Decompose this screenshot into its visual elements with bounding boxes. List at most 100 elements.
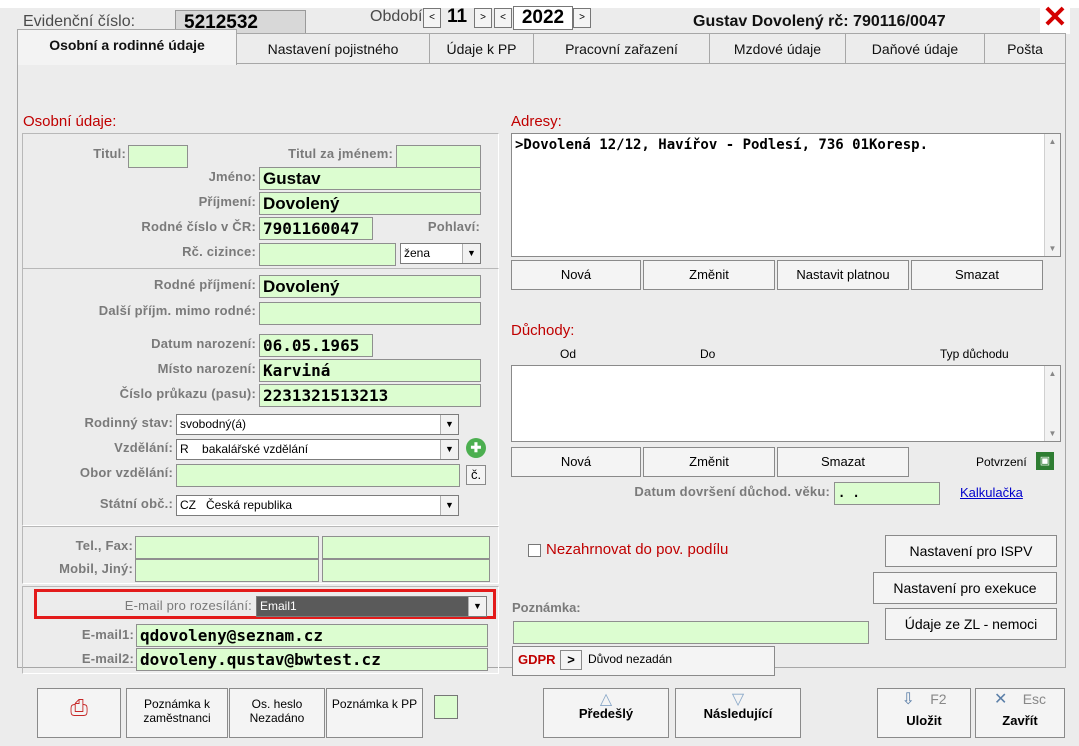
education-edit-icon[interactable]: ✚ — [466, 438, 486, 458]
tab-pojistne[interactable]: Nastavení pojistného — [236, 33, 430, 64]
address-list[interactable]: >Dovolená 12/12, Havířov - Podlesí, 736 … — [511, 133, 1061, 257]
potvrzeni-icon[interactable]: ▣ — [1036, 452, 1054, 470]
email1-field[interactable]: qdovoleny@seznam.cz — [136, 624, 488, 647]
chevron-down-icon[interactable]: ▼ — [440, 415, 458, 434]
mobil-field[interactable] — [135, 559, 319, 582]
close-button[interactable]: ✕ Esc Zavřít — [975, 688, 1065, 738]
nezahrnovat-checkbox[interactable] — [528, 544, 541, 557]
fax-field[interactable] — [322, 536, 490, 559]
month-value[interactable]: 11 — [442, 6, 472, 28]
tab-danove[interactable]: Daňové údaje — [845, 33, 985, 64]
password-status: Nezadáno — [249, 711, 305, 725]
prijmeni-field[interactable]: Dovolený — [259, 192, 481, 215]
ispv-button[interactable]: Nastavení pro ISPV — [885, 535, 1057, 567]
address-set-valid-button[interactable]: Nastavit platnou — [777, 260, 909, 290]
pohlavi-label: Pohlaví: — [427, 219, 480, 234]
email2-value: dovoleny.qustav@bwtest.cz — [140, 650, 381, 669]
obor-code-button[interactable]: č. — [466, 465, 486, 485]
address-scrollbar[interactable]: ▲ ▼ — [1044, 134, 1060, 256]
pension-new-button[interactable]: Nová — [511, 447, 641, 477]
prukaz-field[interactable]: 2231321513213 — [259, 384, 481, 407]
pension-section-title: Důchody: — [511, 322, 575, 339]
jiny-field[interactable] — [322, 559, 490, 582]
close-label: Zavřít — [1002, 713, 1038, 728]
zl-nemoci-button[interactable]: Údaje ze ZL - nemoci — [885, 608, 1057, 640]
rc-field[interactable]: 7901160047 — [259, 217, 373, 240]
rodne-prijmeni-field[interactable]: Dovolený — [259, 275, 481, 298]
obor-field[interactable] — [176, 464, 460, 487]
save-key: F2 — [930, 691, 947, 707]
rod-stav-select[interactable]: svobodný(á) ▼ — [176, 414, 459, 435]
obcanstvi-value: Česká republika — [206, 498, 293, 512]
pension-scrollbar[interactable]: ▲ ▼ — [1044, 366, 1060, 441]
pension-date-value: . . — [838, 486, 860, 500]
pohlavi-value: žena — [404, 246, 431, 260]
email-roz-select[interactable]: Email1 ▼ — [256, 596, 487, 617]
pension-delete-button[interactable]: Smazat — [777, 447, 909, 477]
save-button[interactable]: ⇩ F2 Uložit — [877, 688, 971, 738]
dalsi-prijmeni-label: Další příjm. mimo rodné: — [98, 303, 256, 318]
year-value[interactable]: 2022 — [513, 6, 573, 30]
address-change-button[interactable]: Změnit — [643, 260, 775, 290]
pension-change-button[interactable]: Změnit — [643, 447, 775, 477]
kalkulacka-link[interactable]: Kalkulačka — [960, 485, 1023, 500]
year-next-button[interactable]: > — [573, 8, 591, 28]
poznamka-field[interactable] — [513, 621, 869, 644]
vzdelani-select[interactable]: R bakalářské vzdělání ▼ — [176, 439, 459, 460]
exekuce-button[interactable]: Nastavení pro exekuce — [873, 572, 1057, 604]
chevron-down-icon[interactable]: ▼ — [462, 244, 480, 263]
print-button[interactable]: ⎙ — [37, 688, 121, 738]
potvrzeni-label[interactable]: Potvrzení — [976, 455, 1027, 469]
address-delete-button[interactable]: Smazat — [911, 260, 1043, 290]
datum-nar-field[interactable]: 06.05.1965 — [259, 334, 373, 357]
email2-field[interactable]: dovoleny.qustav@bwtest.cz — [136, 648, 488, 671]
obcanstvi-code: CZ — [180, 498, 196, 512]
pension-col-od: Od — [560, 347, 577, 361]
employee-note-button[interactable]: Poznámka k zaměstnanci — [126, 688, 228, 738]
misto-nar-field[interactable]: Karviná — [259, 359, 481, 382]
year-prev-button[interactable]: < — [494, 8, 512, 28]
rc-cizince-label: Rč. cizince: — [182, 244, 256, 259]
password-button[interactable]: Os. heslo Nezadáno — [229, 688, 325, 738]
month-next-button[interactable]: > — [474, 8, 492, 28]
obcanstvi-label: Státní obč.: — [99, 496, 173, 511]
tab-mzdove[interactable]: Mzdové údaje — [709, 33, 846, 64]
prijmeni-label: Příjmení: — [198, 194, 256, 209]
printer-icon: ⎙ — [70, 695, 88, 720]
chevron-down-icon[interactable]: ▼ — [440, 440, 458, 459]
chevron-down-icon[interactable]: ▼ — [468, 597, 486, 616]
tab-pp[interactable]: Údaje k PP — [429, 33, 534, 64]
tab-osobni[interactable]: Osobní a rodinné údaje — [17, 29, 237, 65]
previous-button[interactable]: △ Předešlý — [543, 688, 669, 738]
close-icon[interactable]: ✕ — [1040, 3, 1070, 34]
address-new-button[interactable]: Nová — [511, 260, 641, 290]
address-section-title: Adresy: — [511, 113, 562, 130]
pension-list[interactable]: ▲ ▼ — [511, 365, 1061, 442]
obcanstvi-select[interactable]: CZ Česká republika ▼ — [176, 495, 459, 516]
nezahrnovat-label[interactable]: Nezahrnovat do pov. podílu — [546, 541, 728, 558]
prukaz-label: Číslo průkazu (pasu): — [119, 386, 256, 401]
chevron-down-icon[interactable]: ▼ — [440, 496, 458, 515]
tab-posta[interactable]: Pošta — [984, 33, 1066, 64]
tel-field[interactable] — [135, 536, 319, 559]
titul-za-field[interactable] — [396, 145, 481, 168]
month-prev-button[interactable]: < — [423, 8, 441, 28]
titul-field[interactable] — [128, 145, 188, 168]
employee-name: Gustav Dovolený rč: 790116/0047 — [693, 13, 946, 30]
dalsi-prijmeni-field[interactable] — [259, 302, 481, 325]
mobil-label: Mobil, Jiný: — [59, 561, 133, 576]
next-button[interactable]: ▽ Následující — [675, 688, 801, 738]
pohlavi-select[interactable]: žena ▼ — [400, 243, 481, 264]
note-flag-box[interactable] — [434, 695, 458, 719]
poznamka-label: Poznámka: — [512, 600, 581, 615]
pension-date-field[interactable]: . . — [834, 482, 940, 505]
datum-nar-label: Datum narození: — [151, 336, 256, 351]
pp-note-button[interactable]: Poznámka k PP — [326, 688, 423, 738]
address-row[interactable]: >Dovolená 12/12, Havířov - Podlesí, 736 … — [512, 134, 1040, 153]
gdpr-button[interactable]: > — [560, 650, 582, 670]
rc-cizince-field[interactable] — [259, 243, 396, 266]
tel-label: Tel., Fax: — [75, 538, 133, 553]
jmeno-field[interactable]: Gustav — [259, 167, 481, 190]
email-roz-label: E-mail pro rozesílání: — [124, 598, 252, 613]
tab-pracovni[interactable]: Pracovní zařazení — [533, 33, 710, 64]
